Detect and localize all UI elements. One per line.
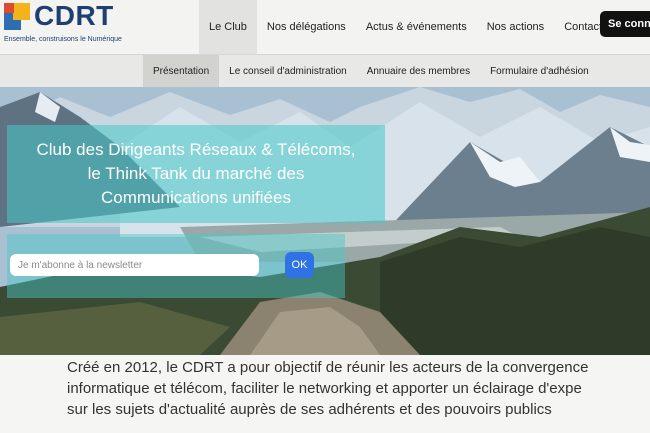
hero-banner: Club des Dirigeants Réseaux & Télécoms, … — [0, 87, 650, 355]
nav-item-le-club[interactable]: Le Club — [199, 0, 257, 54]
cdrt-logo[interactable]: CDRT Ensemble, construisons le Numérique — [4, 0, 132, 49]
subnav-item-conseil-administration[interactable]: Le conseil d'administration — [219, 55, 357, 87]
newsletter-submit-button[interactable]: OK — [285, 252, 314, 278]
intro-line: Créé en 2012, le CDRT a pour objectif de… — [67, 359, 589, 376]
newsletter-form: OK — [7, 234, 345, 298]
nav-item-delegations[interactable]: Nos délégations — [257, 0, 356, 54]
hero-title-line: Club des Dirigeants Réseaux & Télécoms, — [36, 140, 356, 159]
subnav-item-presentation[interactable]: Présentation — [143, 55, 220, 87]
login-button[interactable]: Se conn — [600, 11, 650, 37]
newsletter-email-input[interactable] — [10, 254, 259, 276]
nav-item-nos-actions[interactable]: Nos actions — [477, 0, 554, 54]
intro-section: Créé en 2012, le CDRT a pour objectif de… — [0, 355, 650, 433]
nav-item-actus-evenements[interactable]: Actus & événements — [356, 0, 477, 54]
sub-navigation: Présentation Le conseil d'administration… — [0, 54, 650, 87]
logo-squares-icon — [4, 3, 31, 30]
intro-line: sur les sujets d'actualité auprès de ses… — [67, 401, 552, 418]
intro-line: informatique et télécom, faciliter le ne… — [67, 380, 582, 397]
logo-wordmark: CDRT — [34, 0, 114, 31]
site-header: CDRT Ensemble, construisons le Numérique… — [0, 0, 650, 54]
subnav-item-annuaire-membres[interactable]: Annuaire des membres — [357, 55, 480, 87]
main-navigation: Le Club Nos délégations Actus & événemen… — [199, 0, 612, 54]
hero-title-line: Communications unifiées — [101, 188, 291, 207]
intro-paragraph: Créé en 2012, le CDRT a pour objectif de… — [67, 357, 650, 420]
hero-title-line: le Think Tank du marché des — [87, 164, 305, 183]
logo-tagline: Ensemble, construisons le Numérique — [4, 36, 122, 43]
hero-title-box: Club des Dirigeants Réseaux & Télécoms, … — [7, 125, 385, 223]
subnav-item-formulaire-adhesion[interactable]: Formulaire d'adhésion — [480, 55, 599, 87]
